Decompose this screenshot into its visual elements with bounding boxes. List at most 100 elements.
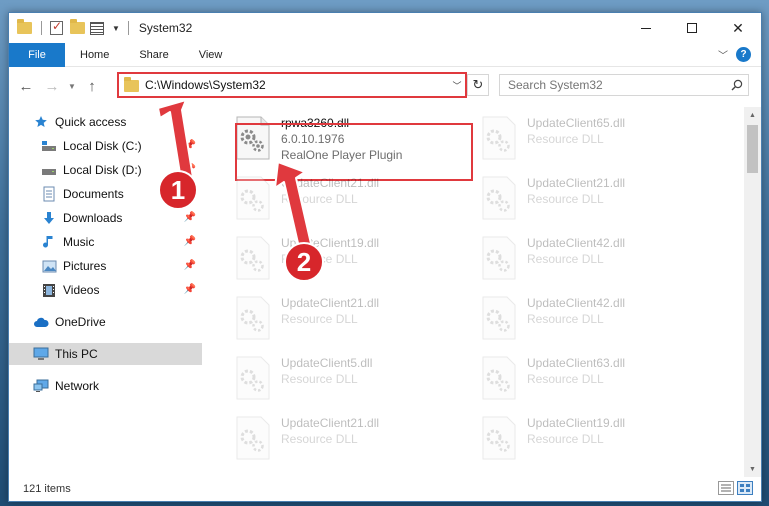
dll-gear-icon bbox=[233, 415, 273, 461]
properties-icon[interactable] bbox=[90, 20, 106, 36]
search-box[interactable] bbox=[499, 74, 749, 96]
file-item[interactable]: UpdateClient19.dll Resource DLL bbox=[229, 231, 469, 289]
new-folder-icon[interactable] bbox=[70, 19, 86, 36]
help-icon[interactable]: ? bbox=[736, 47, 751, 62]
file-explorer-window: ▼ System32 ✕ File Home Share View ﹀ ? ← … bbox=[8, 12, 762, 502]
up-arrow-icon: ↑ bbox=[88, 77, 96, 95]
minimize-button[interactable] bbox=[623, 13, 669, 43]
sidebar-item-network[interactable]: Network bbox=[9, 375, 202, 397]
toolbar-separator bbox=[127, 21, 129, 35]
pin-icon[interactable]: 📌 bbox=[184, 236, 196, 247]
sidebar-item-this-pc[interactable]: This PC bbox=[9, 343, 202, 365]
file-name: UpdateClient21.dll bbox=[281, 416, 380, 430]
folder-icon bbox=[17, 19, 33, 36]
file-meta: UpdateClient21.dll Resource DLL bbox=[527, 175, 625, 229]
computer-icon bbox=[33, 346, 49, 362]
vertical-scrollbar[interactable]: ▲ ▼ bbox=[744, 107, 761, 477]
sidebar-item-music[interactable]: Music 📌 bbox=[9, 231, 202, 253]
navigation-pane: Quick access Local Disk (C:) 📌 Local Dis… bbox=[9, 111, 202, 475]
tab-share[interactable]: Share bbox=[124, 43, 183, 67]
dll-gear-icon bbox=[479, 235, 519, 281]
address-bar[interactable]: C:\Windows\System32 ﹀ bbox=[117, 72, 467, 98]
refresh-button[interactable]: ↻ bbox=[467, 74, 489, 96]
file-list: rpwa3260.dll 6.0.10.1976 RealOne Player … bbox=[225, 107, 740, 473]
recent-locations-button[interactable]: ▼ bbox=[65, 82, 79, 91]
sidebar-item-local-disk-d[interactable]: Local Disk (D:) 📌 bbox=[9, 159, 202, 181]
file-item[interactable]: UpdateClient42.dll Resource DLL bbox=[475, 291, 715, 349]
expand-ribbon-chevron-icon[interactable]: ﹀ bbox=[718, 47, 728, 62]
sidebar-item-onedrive[interactable]: OneDrive bbox=[9, 311, 202, 333]
file-name: UpdateClient21.dll bbox=[281, 296, 380, 310]
file-meta: UpdateClient19.dll Resource DLL bbox=[527, 415, 625, 469]
sidebar-item-local-disk-c[interactable]: Local Disk (C:) 📌 bbox=[9, 135, 202, 157]
pin-icon[interactable]: 📌 bbox=[184, 140, 196, 151]
scroll-down-icon[interactable]: ▼ bbox=[744, 461, 761, 477]
scroll-up-icon[interactable]: ▲ bbox=[744, 107, 761, 123]
forward-button[interactable]: → bbox=[39, 73, 65, 99]
sidebar-item-documents[interactable]: Documents 📌 bbox=[9, 183, 202, 205]
pin-icon[interactable]: 📌 bbox=[184, 260, 196, 271]
tab-home[interactable]: Home bbox=[65, 43, 124, 67]
file-meta: UpdateClient21.dll Resource DLL bbox=[281, 175, 379, 229]
navigation-bar: ← → ▼ ↑ C:\Windows\System32 ﹀ ↻ bbox=[9, 71, 761, 101]
file-item[interactable]: UpdateClient42.dll Resource DLL bbox=[475, 231, 715, 289]
file-meta: UpdateClient19.dll Resource DLL bbox=[281, 235, 379, 289]
pin-icon[interactable]: 📌 bbox=[184, 284, 196, 295]
star-icon bbox=[33, 114, 49, 130]
properties-check-icon[interactable] bbox=[50, 19, 66, 36]
search-icon[interactable] bbox=[726, 79, 748, 91]
status-bar: 121 items bbox=[9, 477, 761, 501]
file-name: UpdateClient65.dll bbox=[527, 116, 626, 130]
file-item[interactable]: UpdateClient19.dll Resource DLL bbox=[475, 411, 715, 469]
sidebar-item-downloads[interactable]: Downloads 📌 bbox=[9, 207, 202, 229]
address-path[interactable]: C:\Windows\System32 bbox=[145, 78, 449, 92]
file-meta: UpdateClient21.dll Resource DLL bbox=[281, 415, 379, 469]
close-button[interactable]: ✕ bbox=[715, 13, 761, 43]
back-button[interactable]: ← bbox=[13, 73, 39, 99]
file-meta: UpdateClient42.dll Resource DLL bbox=[527, 295, 625, 349]
tab-file[interactable]: File bbox=[9, 42, 65, 67]
search-input[interactable] bbox=[500, 78, 726, 92]
view-switcher bbox=[718, 481, 753, 495]
maximize-button[interactable] bbox=[669, 13, 715, 43]
pin-icon[interactable]: 📌 bbox=[184, 164, 196, 175]
file-type: Resource DLL bbox=[281, 312, 358, 326]
pictures-icon bbox=[41, 258, 57, 274]
file-item[interactable]: UpdateClient21.dll Resource DLL bbox=[229, 291, 469, 349]
dll-gear-icon bbox=[479, 115, 519, 161]
drive-icon bbox=[41, 162, 57, 178]
sidebar-item-quick-access[interactable]: Quick access bbox=[9, 111, 202, 133]
drive-icon bbox=[41, 138, 57, 154]
file-item[interactable]: UpdateClient21.dll Resource DLL bbox=[475, 171, 715, 229]
maximize-icon bbox=[687, 23, 697, 33]
cloud-icon bbox=[33, 314, 49, 330]
item-count: 121 items bbox=[23, 483, 71, 495]
window-title: System32 bbox=[138, 21, 193, 35]
tab-view[interactable]: View bbox=[184, 43, 238, 67]
file-meta: UpdateClient63.dll Resource DLL bbox=[527, 355, 625, 409]
chevron-down-icon: ▼ bbox=[68, 81, 76, 91]
pin-icon[interactable]: 📌 bbox=[184, 212, 196, 223]
file-type: Resource DLL bbox=[527, 252, 604, 266]
up-button[interactable]: ↑ bbox=[79, 73, 105, 99]
refresh-icon: ↻ bbox=[472, 77, 484, 92]
address-dropdown-chevron-icon[interactable]: ﹀ bbox=[449, 79, 465, 92]
file-type: Resource DLL bbox=[527, 432, 604, 446]
tiles-view-icon[interactable] bbox=[737, 481, 753, 495]
file-name: UpdateClient21.dll bbox=[527, 176, 626, 190]
file-item[interactable]: UpdateClient65.dll Resource DLL bbox=[475, 111, 715, 169]
dll-gear-icon bbox=[479, 355, 519, 401]
customize-toolbar-chevron-icon[interactable]: ▼ bbox=[112, 24, 120, 33]
details-view-icon[interactable] bbox=[718, 481, 734, 495]
file-item[interactable]: UpdateClient21.dll Resource DLL bbox=[229, 411, 469, 469]
dll-gear-icon bbox=[233, 175, 273, 221]
pin-icon[interactable]: 📌 bbox=[184, 188, 196, 199]
file-item[interactable]: UpdateClient63.dll Resource DLL bbox=[475, 351, 715, 409]
file-item[interactable]: UpdateClient21.dll Resource DLL bbox=[229, 171, 469, 229]
file-type: Resource DLL bbox=[527, 372, 604, 386]
file-item[interactable]: UpdateClient5.dll Resource DLL bbox=[229, 351, 469, 409]
sidebar-item-pictures[interactable]: Pictures 📌 bbox=[9, 255, 202, 277]
scrollbar-thumb[interactable] bbox=[747, 125, 758, 173]
sidebar-item-videos[interactable]: Videos 📌 bbox=[9, 279, 202, 301]
file-name: UpdateClient21.dll bbox=[281, 176, 380, 190]
